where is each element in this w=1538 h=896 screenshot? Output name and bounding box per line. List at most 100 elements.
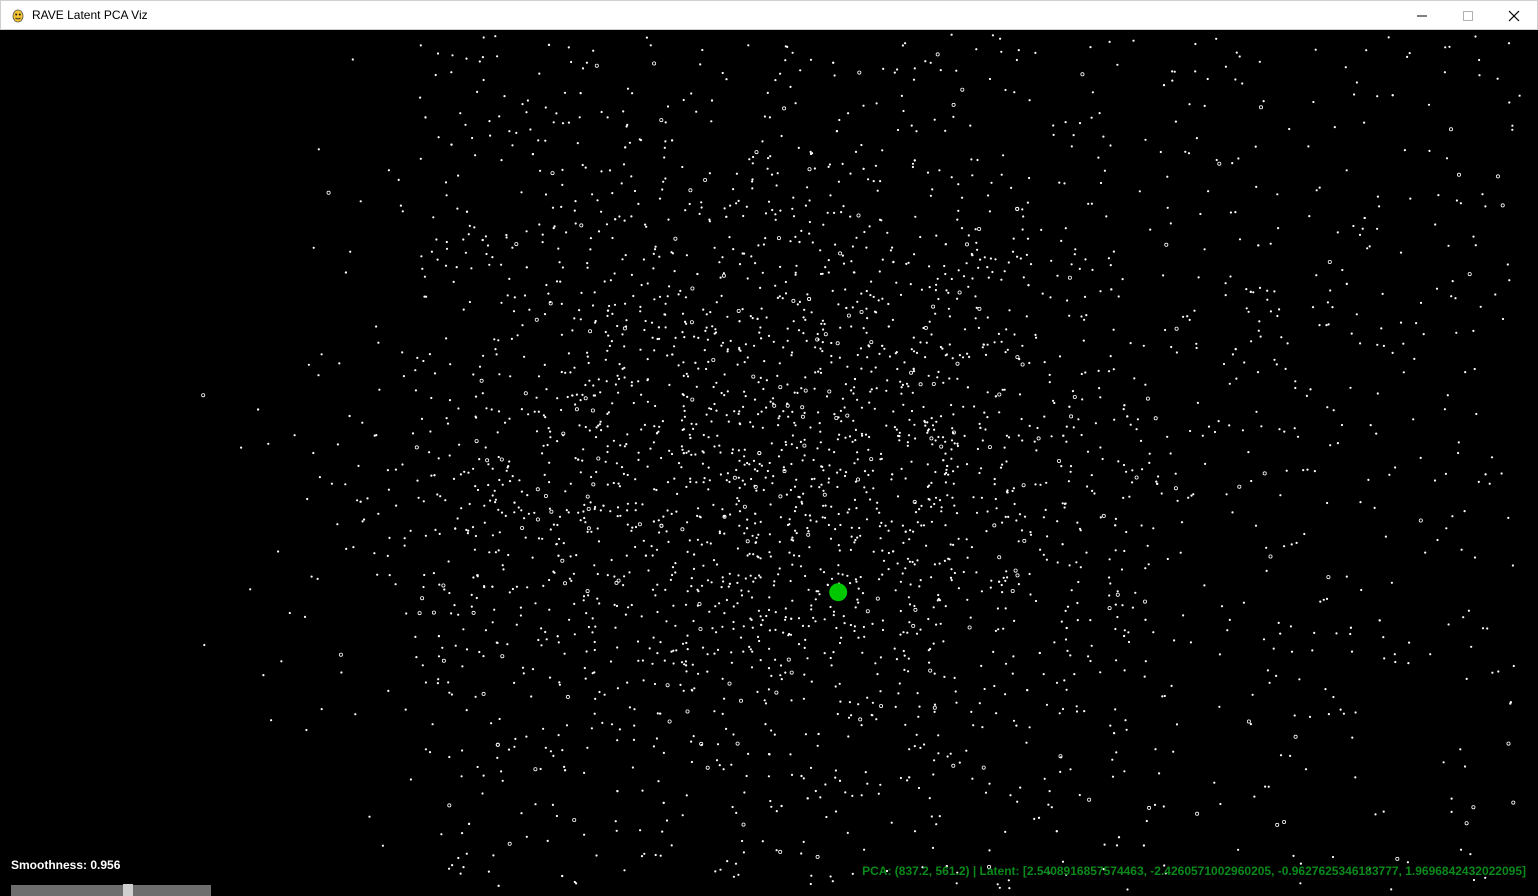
latent-point	[1365, 49, 1368, 52]
latent-point	[1079, 566, 1082, 569]
latent-point	[616, 739, 619, 742]
latent-scatter-plot[interactable]	[0, 30, 1538, 896]
latent-point	[1098, 387, 1101, 390]
latent-point	[487, 483, 490, 487]
latent-point	[1406, 861, 1409, 864]
latent-point	[781, 297, 784, 300]
latent-point	[543, 363, 546, 366]
latent-point	[1363, 216, 1366, 220]
latent-point	[632, 401, 635, 405]
latent-point	[906, 557, 910, 560]
latent-point	[1091, 268, 1094, 271]
latent-point	[780, 678, 783, 681]
smoothness-slider-thumb[interactable]	[123, 884, 133, 896]
latent-point	[784, 59, 787, 62]
latent-point	[923, 743, 926, 746]
latent-point	[939, 69, 942, 72]
latent-point	[1299, 882, 1302, 885]
latent-point	[751, 650, 754, 653]
latent-point	[696, 538, 700, 541]
latent-point	[856, 536, 859, 539]
latent-point	[815, 854, 820, 859]
latent-point	[1322, 598, 1325, 601]
latent-point	[348, 414, 351, 418]
latent-point	[1246, 719, 1251, 724]
latent-point	[409, 529, 412, 532]
latent-point	[604, 460, 607, 463]
latent-point	[943, 473, 947, 476]
latent-point	[612, 439, 616, 442]
latent-point	[1479, 305, 1482, 308]
latent-point	[586, 530, 589, 533]
latent-point	[1065, 626, 1068, 630]
latent-point	[579, 471, 582, 474]
latent-point	[790, 354, 793, 357]
latent-point	[1352, 224, 1355, 228]
latent-point	[1114, 549, 1117, 552]
latent-point	[871, 714, 874, 717]
smoothness-slider[interactable]	[11, 884, 211, 896]
latent-point	[567, 46, 570, 49]
latent-point	[587, 594, 590, 597]
latent-point	[1182, 315, 1185, 318]
latent-point	[1207, 425, 1211, 428]
latent-point	[766, 469, 770, 473]
latent-point	[500, 511, 504, 514]
latent-point	[942, 640, 945, 643]
latent-point	[1470, 645, 1473, 648]
close-button[interactable]	[1491, 1, 1537, 30]
latent-point	[1170, 345, 1173, 349]
latent-point	[1339, 708, 1342, 711]
latent-point	[494, 348, 497, 351]
latent-point	[610, 723, 614, 726]
latent-point	[824, 504, 827, 507]
latent-point	[640, 615, 643, 618]
latent-point	[767, 667, 771, 670]
latent-point	[956, 465, 959, 468]
latent-point	[908, 621, 911, 624]
title-bar[interactable]: RAVE Latent PCA Viz	[0, 0, 1538, 30]
latent-point	[803, 438, 806, 441]
latent-point	[712, 385, 715, 389]
latent-point	[508, 417, 511, 420]
minimize-button[interactable]	[1399, 1, 1445, 30]
latent-point	[462, 238, 465, 241]
latent-point	[817, 338, 820, 341]
latent-point	[1307, 145, 1310, 148]
latent-point	[698, 212, 701, 215]
latent-point	[1152, 631, 1155, 634]
latent-point	[606, 349, 609, 352]
latent-point	[868, 401, 871, 404]
latent-point	[827, 259, 830, 262]
latent-point	[624, 254, 627, 257]
latent-point	[815, 590, 818, 593]
latent-point	[581, 67, 585, 70]
latent-point	[767, 200, 771, 203]
latent-point	[1026, 689, 1029, 692]
latent-point	[782, 346, 785, 349]
latent-point	[939, 345, 943, 349]
latent-point	[705, 313, 708, 316]
latent-point	[500, 159, 503, 162]
maximize-button[interactable]	[1445, 1, 1491, 30]
latent-point	[888, 355, 892, 358]
latent-space-canvas[interactable]: Smoothness: 0.956 PCA: (837.2, 561.2) | …	[0, 30, 1538, 896]
latent-point	[723, 373, 726, 376]
latent-point	[437, 678, 440, 681]
latent-point	[1242, 601, 1245, 604]
latent-point	[1506, 741, 1511, 746]
latent-point	[737, 412, 740, 415]
latent-point	[1101, 513, 1106, 518]
latent-point	[741, 839, 744, 843]
latent-point	[743, 532, 746, 535]
latent-point	[791, 51, 794, 54]
pca-cursor-marker[interactable]	[829, 583, 848, 602]
latent-point	[846, 313, 851, 318]
latent-point	[1173, 70, 1176, 73]
latent-point	[1020, 417, 1023, 421]
latent-point	[520, 408, 524, 411]
latent-point	[561, 749, 564, 752]
latent-point	[1292, 854, 1295, 858]
latent-point	[555, 814, 559, 818]
latent-point	[877, 792, 880, 795]
